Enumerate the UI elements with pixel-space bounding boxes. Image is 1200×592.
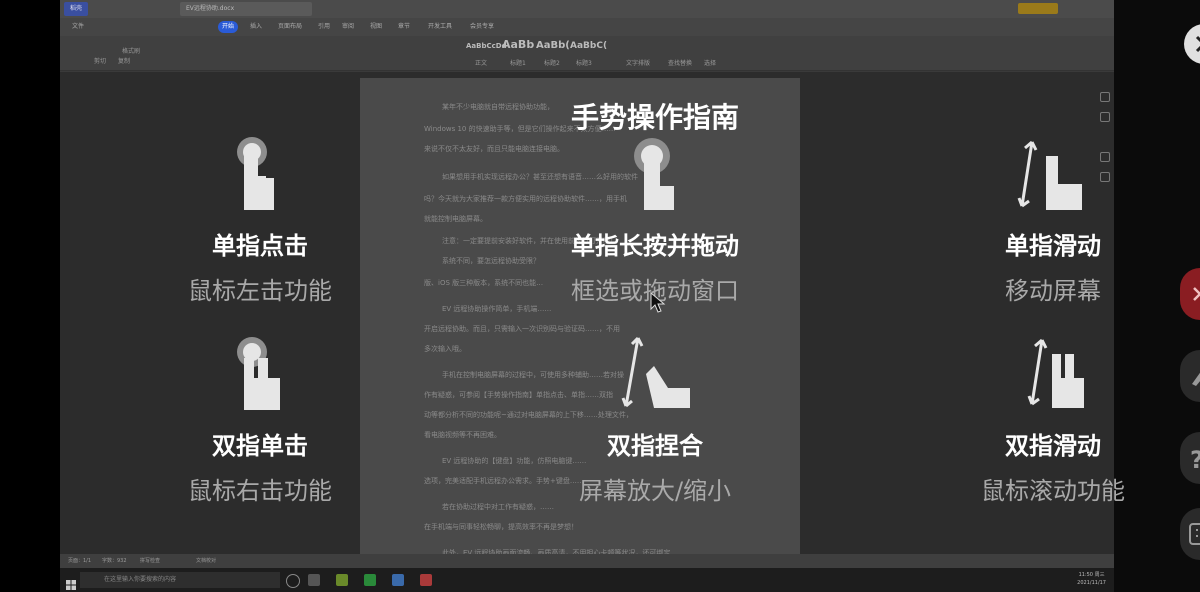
select-button[interactable]: 选择 — [704, 58, 716, 67]
doc-line: 动等都分析不同的功能呢~通过对电脑屏幕的上下移……处理文件， — [424, 411, 633, 419]
doc-line: 看电脑视频等不再困难。 — [424, 431, 501, 439]
gesture-card: 单指滑动 移动屏幕 — [953, 226, 1153, 306]
doc-line: 来说不仅不太友好，而且只能电脑连接电脑。 — [424, 145, 564, 153]
doc-line: 作有疑惑，可参阅【手势操作指南】单指点击、单指……双指 — [424, 391, 613, 399]
app-icon[interactable] — [336, 574, 348, 586]
style-h3-label: 标题3 — [576, 60, 592, 67]
title-bar: 稻壳 EV远程协助.docx — [60, 0, 1114, 18]
doc-line: 吗？今天就为大家推荐一款方便实用的远程协助软件……，用手机 — [424, 195, 627, 203]
app-icon[interactable] — [392, 574, 404, 586]
menu-bar: 文件 开始 插入 页面布局 引用 审阅 视图 章节 开发工具 会员专享 — [60, 18, 1114, 36]
gesture-guide-title: 手势操作指南 — [570, 101, 739, 134]
two-finger-swipe-icon — [1012, 334, 1092, 418]
wechat-icon[interactable] — [364, 574, 376, 586]
menu-view[interactable]: 视图 — [370, 21, 382, 33]
doc-line: 如果想用手机实现远程办公？甚至还想有语音……么好用的软件 — [442, 173, 638, 181]
menu-home[interactable]: 开始 — [218, 21, 239, 33]
keyboard-icon[interactable] — [1180, 508, 1200, 560]
gesture-subtitle: 鼠标右击功能 — [188, 477, 332, 505]
gesture-card: 单指点击 鼠标左击功能 — [160, 226, 360, 306]
gesture-subtitle: 鼠标滚动功能 — [981, 477, 1125, 505]
doc-line: 系统不同，要怎远程协助受限？ — [442, 257, 540, 265]
gesture-card: 双指捏合 屏幕放大/缩小 — [555, 426, 755, 506]
tab-document[interactable]: EV远程协助.docx — [180, 2, 312, 16]
taskbar-clock[interactable]: 11:50 周三 2021/11/17 — [1077, 571, 1106, 587]
single-finger-long-press-icon — [620, 132, 680, 220]
doc-proofread[interactable]: 文档校对 — [196, 557, 216, 564]
taskbar: 在这里输入你要搜索的内容 11:50 周三 2021/11/17 — [60, 568, 1114, 592]
doc-line: 在手机端与同事轻松畅聊，提高效率不再是梦想！ — [424, 523, 578, 531]
single-finger-swipe-icon — [1010, 136, 1090, 220]
gesture-subtitle: 移动屏幕 — [1005, 277, 1101, 305]
menu-developer[interactable]: 开发工具 — [428, 21, 452, 33]
gesture-subtitle: 屏幕放大/缩小 — [578, 477, 732, 505]
menu-review[interactable]: 审阅 — [342, 21, 354, 33]
svg-text:?: ? — [1190, 446, 1200, 474]
doc-line: 开启远程协助。而且，只需输入一次识别码与验证码……，不用 — [424, 325, 620, 333]
find-replace-button[interactable]: 查找替换 — [668, 58, 692, 67]
side-tool-icon[interactable] — [1100, 92, 1110, 102]
menu-references[interactable]: 引用 — [318, 21, 330, 33]
menu-insert[interactable]: 插入 — [250, 21, 262, 33]
vip-badge[interactable] — [1018, 3, 1058, 14]
status-bar: 页面：1/1 字数：932 拼写检查 文档校对 — [60, 554, 1114, 568]
tab-home[interactable]: 稻壳 — [64, 2, 89, 16]
doc-line: 若在协助过程中对工作有疑惑，…… — [442, 503, 554, 511]
gesture-title: 单指长按并拖动 — [571, 232, 739, 260]
windows-start-icon[interactable] — [66, 575, 76, 590]
cut-button[interactable]: 剪切 — [94, 56, 106, 65]
clock-date: 2021/11/17 — [1077, 580, 1106, 586]
side-tool-icon[interactable] — [1100, 112, 1110, 122]
gesture-subtitle: 鼠标左击功能 — [188, 277, 332, 305]
style-h3-preview[interactable]: AaBbC( — [570, 41, 607, 51]
page-count: 页面：1/1 — [68, 558, 92, 564]
menu-section[interactable]: 章节 — [398, 21, 410, 33]
ribbon-toolbar: 剪切 复制 格式刷 AaBbCcDd AaBb AaBb( AaBbC( 正文 … — [60, 36, 1114, 71]
style-h2-label: 标题2 — [544, 60, 560, 67]
copy-button[interactable]: 复制 — [118, 56, 130, 65]
menu-file[interactable]: 文件 — [72, 21, 84, 33]
doc-line: 版、iOS 版三种版本，系统不同也能… — [424, 279, 544, 287]
two-finger-tap-icon — [232, 334, 292, 418]
style-h1-label: 标题1 — [510, 60, 526, 67]
single-finger-tap-icon — [230, 132, 290, 220]
cortana-icon[interactable] — [286, 574, 300, 588]
close-icon[interactable] — [1180, 268, 1200, 320]
wps-icon[interactable] — [420, 574, 432, 586]
style-normal-preview[interactable]: AaBbCcDd — [466, 42, 507, 50]
close-icon[interactable] — [1184, 24, 1200, 64]
menu-layout[interactable]: 页面布局 — [278, 21, 302, 33]
mouse-cursor-icon — [650, 291, 666, 318]
clock-time: 11:50 周三 — [1078, 572, 1105, 578]
gesture-title: 单指滑动 — [1005, 232, 1101, 260]
gesture-title: 双指滑动 — [1005, 432, 1101, 460]
pinch-icon — [612, 334, 692, 418]
style-h1-preview[interactable]: AaBb — [502, 38, 534, 51]
menu-member[interactable]: 会员专享 — [470, 21, 494, 33]
gesture-title: 双指单击 — [212, 432, 308, 460]
spell-check[interactable]: 拼写检查 — [140, 557, 160, 564]
word-count: 字数：932 — [102, 558, 127, 564]
format-painter-button[interactable]: 格式刷 — [122, 46, 140, 55]
pen-icon[interactable] — [1180, 350, 1200, 402]
doc-line: 就能控制电脑屏幕。 — [424, 215, 487, 223]
text-layout-button[interactable]: 文字排版 — [626, 58, 650, 67]
doc-line: 手机在控制电脑屏幕的过程中，可使用多种辅助……若对操 — [442, 371, 624, 379]
style-h2-preview[interactable]: AaBb( — [536, 40, 570, 51]
gesture-card: 双指滑动 鼠标滚动功能 — [953, 426, 1153, 506]
gesture-title: 单指点击 — [212, 232, 308, 260]
taskbar-search-input[interactable]: 在这里输入你要搜索的内容 — [80, 572, 280, 588]
gesture-card: 双指单击 鼠标右击功能 — [160, 426, 360, 506]
side-tool-icon[interactable] — [1100, 152, 1110, 162]
style-normal-label: 正文 — [475, 60, 488, 67]
doc-line: 多次输入哦。 — [424, 345, 466, 353]
task-view-icon[interactable] — [308, 574, 320, 586]
help-icon[interactable]: ? — [1180, 432, 1200, 484]
side-tool-icon[interactable] — [1100, 172, 1110, 182]
gesture-title: 双指捏合 — [607, 432, 703, 460]
